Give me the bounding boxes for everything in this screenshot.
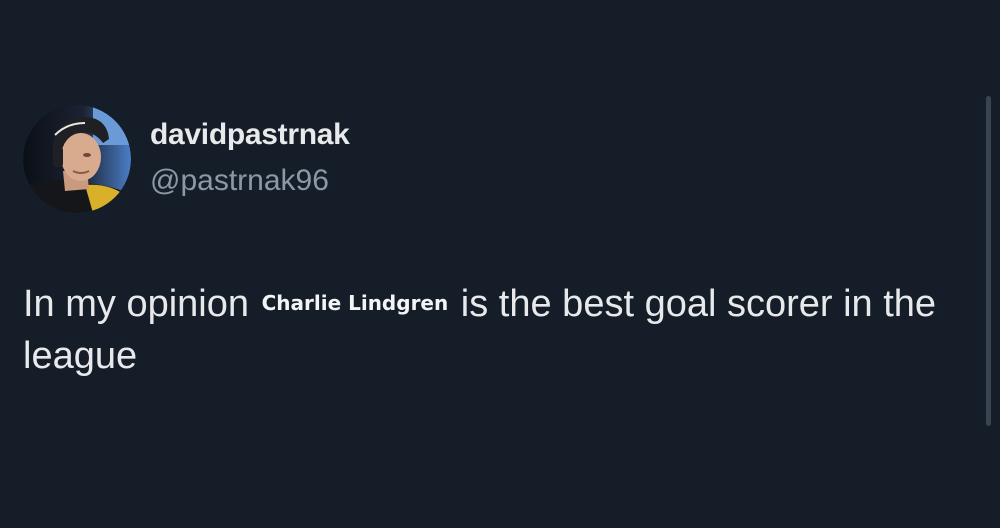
tweet-text-before: In my opinion (23, 283, 250, 325)
overlay-name-label: Charlie Lindgren (261, 291, 449, 315)
tweet-card: davidpastrnak @pastrnak96 In my opinion … (0, 0, 1000, 528)
author-avatar[interactable] (23, 105, 131, 213)
author-display-name[interactable]: davidpastrnak (150, 118, 350, 152)
player-avatar-icon (23, 105, 131, 213)
tweet-text: In my opinion Charlie Lindgren is the be… (23, 277, 983, 382)
scrollbar[interactable] (986, 96, 991, 426)
author-handle[interactable]: @pastrnak96 (150, 164, 329, 198)
